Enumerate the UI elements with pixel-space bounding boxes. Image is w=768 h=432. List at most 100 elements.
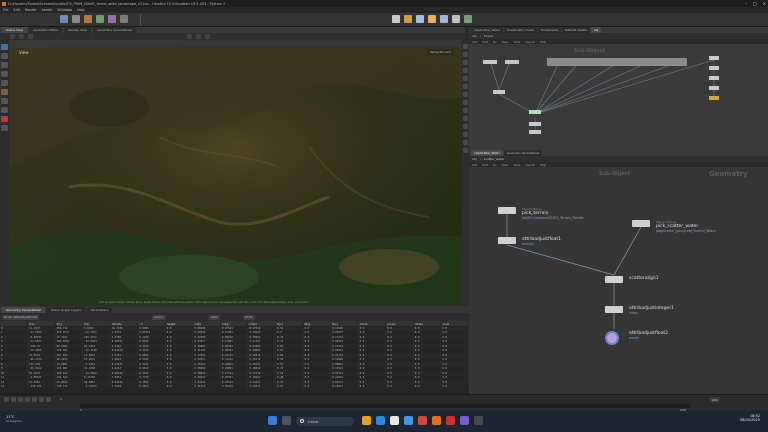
menu-help[interactable]: Help (77, 8, 85, 12)
net-menu-add[interactable]: Add (472, 40, 477, 44)
node-tile[interactable] (498, 207, 516, 214)
display-option-icon[interactable] (463, 124, 468, 129)
display-option-icon[interactable] (463, 116, 468, 121)
menu-edit[interactable]: Edit (14, 8, 20, 12)
net-menu-view[interactable]: View (502, 40, 509, 44)
timeline-track[interactable] (80, 404, 690, 408)
viewport-tool-icon[interactable] (28, 34, 33, 39)
play-icon[interactable] (32, 397, 37, 402)
shelf-tool-icon[interactable] (452, 15, 460, 23)
net-menu-go[interactable]: Go (493, 40, 497, 44)
record-tool-icon[interactable] (1, 116, 8, 122)
spreadsheet-node-field[interactable]: Node: attribadjustfloat2 (2, 314, 40, 320)
viewport-tool-icon[interactable] (205, 34, 210, 39)
app-icon[interactable] (474, 416, 483, 425)
spreadsheet-view-field[interactable]: View (208, 314, 220, 320)
path-segment[interactable]: Forest (484, 34, 493, 38)
net-menu-tools[interactable]: Tools (513, 163, 520, 167)
node-tile[interactable] (498, 237, 516, 244)
scene-viewport[interactable]: View Persp No cam Left mouse tumbles. Mi… (9, 47, 462, 305)
app-icon[interactable] (460, 416, 469, 425)
shelf-tool-icon[interactable] (464, 15, 472, 23)
pose-tool-icon[interactable] (1, 89, 8, 95)
shelf-tool-icon[interactable] (60, 15, 68, 23)
node-tile[interactable] (632, 220, 650, 227)
network-editor-top[interactable]: Sub-Object (469, 44, 768, 150)
net-menu-view[interactable]: View (502, 163, 509, 167)
shelf-tool-icon[interactable] (84, 15, 92, 23)
houdini-taskbar-icon[interactable] (432, 416, 441, 425)
shelf-tool-icon[interactable] (440, 15, 448, 23)
tab-scene-graph-layers[interactable]: Scene Graph Layers (46, 306, 85, 313)
display-option-icon[interactable] (463, 100, 468, 105)
snap-tool-icon[interactable] (1, 107, 8, 113)
display-option-icon[interactable] (463, 68, 468, 73)
weather-widget[interactable]: 11°C Soleggiato (6, 415, 22, 423)
maximize-icon[interactable]: □ (753, 1, 757, 6)
display-option-icon[interactable] (463, 140, 468, 145)
shelf-tool-icon[interactable] (96, 15, 104, 23)
net-menu-layout[interactable]: Layout (525, 40, 535, 44)
network-editor-bottom[interactable]: Sub-Object Geometry Object Merge pick_te… (469, 167, 768, 394)
tab-parameters[interactable]: Parameters (87, 306, 113, 313)
taskview-icon[interactable] (282, 416, 291, 425)
play-back-icon[interactable] (18, 397, 23, 402)
taskbar-search[interactable]: Cerca (296, 417, 354, 426)
spreadsheet-group-field[interactable]: Group: (152, 314, 166, 320)
tab-geometry-spreadsheet[interactable]: Geometry Spreadsheet (2, 306, 45, 313)
node-name[interactable]: scatteralign1 (629, 276, 659, 281)
minimize-icon[interactable]: – (745, 1, 747, 6)
current-frame[interactable]: 1 (60, 397, 62, 401)
path-segment[interactable]: scatter_water (484, 157, 505, 161)
menu-file[interactable]: File (3, 8, 9, 12)
viewport-tool-icon[interactable] (10, 34, 15, 39)
net-menu-help[interactable]: Help (540, 40, 546, 44)
select-tool-icon[interactable] (1, 44, 8, 50)
viewport-tool-icon[interactable] (19, 34, 24, 39)
start-icon[interactable] (268, 416, 277, 425)
table-row[interactable]: 13 -130.221 158.771 -3.22011 1.2203 0.5812 0.0… (0, 384, 469, 389)
display-option-icon[interactable] (463, 84, 468, 89)
node-tile[interactable] (605, 306, 623, 313)
camera-info[interactable]: Persp No cam (427, 49, 454, 55)
shelf-tool-icon[interactable] (428, 15, 436, 23)
app-icon[interactable] (404, 416, 413, 425)
path-segment[interactable]: obj (472, 157, 477, 161)
view-tool-icon[interactable] (1, 98, 8, 104)
display-option-icon[interactable] (463, 108, 468, 113)
app-icon[interactable] (418, 416, 427, 425)
jump-end-icon[interactable] (46, 397, 51, 402)
system-clock[interactable]: 18:52 08/04/2025 (740, 414, 760, 422)
display-option-icon[interactable] (463, 44, 468, 49)
rotate-tool-icon[interactable] (1, 62, 8, 68)
net-menu-edit[interactable]: Edit (482, 163, 487, 167)
spreadsheet-attrib-field[interactable]: Attrib: (242, 314, 256, 320)
jump-start-icon[interactable] (4, 397, 9, 402)
menu-render[interactable]: Render (25, 8, 37, 12)
close-icon[interactable]: × (763, 1, 766, 6)
menu-windows[interactable]: Windows (57, 8, 72, 12)
net-menu-edit[interactable]: Edit (482, 40, 487, 44)
viewport-tool-icon[interactable] (196, 34, 201, 39)
display-option-icon[interactable] (463, 76, 468, 81)
display-option-icon[interactable] (463, 92, 468, 97)
display-option-icon[interactable] (463, 60, 468, 65)
path-segment[interactable]: obj (472, 34, 477, 38)
shelf-tool-icon[interactable] (404, 15, 412, 23)
app-icon[interactable] (446, 416, 455, 425)
step-back-icon[interactable] (11, 397, 16, 402)
stop-icon[interactable] (25, 397, 30, 402)
edge-icon[interactable] (376, 416, 385, 425)
shelf-tool-icon[interactable] (120, 15, 128, 23)
shelf-tool-icon[interactable] (416, 15, 424, 23)
menu-assets[interactable]: Assets (42, 8, 53, 12)
shelf-tool-icon[interactable] (392, 15, 400, 23)
viewport-tool-icon[interactable] (187, 34, 192, 39)
net-menu-help[interactable]: Help (540, 163, 546, 167)
handle-tool-icon[interactable] (1, 80, 8, 86)
net-menu-layout[interactable]: Layout (525, 163, 535, 167)
node-tile-selected[interactable] (605, 331, 619, 345)
display-option-icon[interactable] (463, 148, 468, 153)
net-menu-go[interactable]: Go (493, 163, 497, 167)
store-icon[interactable] (390, 416, 399, 425)
